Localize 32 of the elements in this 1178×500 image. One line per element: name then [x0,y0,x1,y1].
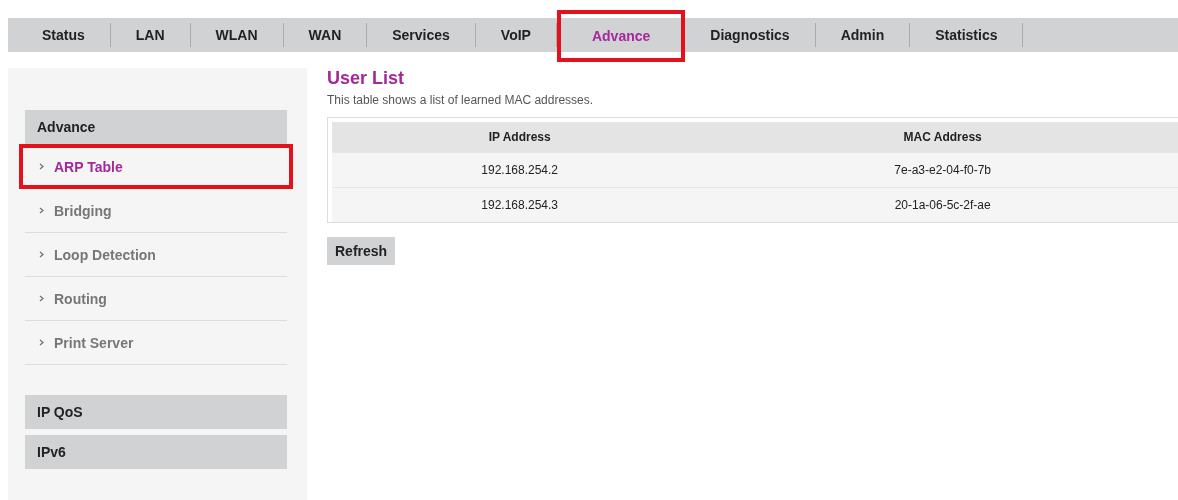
page-description: This table shows a list of learned MAC addresses. [327,93,595,107]
table-cell: 7e-a3-e2-04-f0-7b [707,152,1178,187]
sidebar-item[interactable]: Loop Detection [25,233,287,277]
nav-tab[interactable]: LAN [110,23,191,47]
nav-tab[interactable]: Diagnostics [685,23,816,47]
sidebar-item[interactable]: ARP Table [19,144,293,189]
nav-tab[interactable]: Advance [556,10,686,62]
sidebar-section-heading[interactable]: IPv6 [25,435,287,469]
nav-tab[interactable]: Admin [815,23,911,47]
chevron-icon [39,163,44,170]
table-cell: 192.168.254.3 [332,187,708,222]
nav-tab[interactable]: WAN [283,23,368,47]
refresh-button[interactable]: Refresh [327,237,396,265]
column-header: IP Address [332,122,708,152]
nav-tab[interactable]: Status [8,23,111,47]
sidebar-item[interactable]: Routing [25,277,287,321]
page-title: User List [327,68,406,89]
sidebar-section-heading[interactable]: IP QoS [25,395,287,429]
nav-tab[interactable]: VoIP [475,23,557,47]
nav-tab[interactable]: Services [367,23,476,47]
chevron-icon [39,339,44,346]
column-header: MAC Address [707,122,1178,152]
nav-tab[interactable]: WLAN [190,23,284,47]
chevron-icon [39,295,44,302]
chevron-icon [39,207,44,214]
table-cell: 192.168.254.2 [332,152,708,187]
sidebar-item[interactable]: Print Server [25,321,287,365]
nav-tab[interactable]: Statistics [910,23,1024,47]
sidebar-item[interactable]: Bridging [25,189,287,233]
chevron-icon [39,251,44,258]
sidebar-section-heading[interactable]: Advance [25,110,287,144]
table-cell: 20-1a-06-5c-2f-ae [707,187,1178,222]
